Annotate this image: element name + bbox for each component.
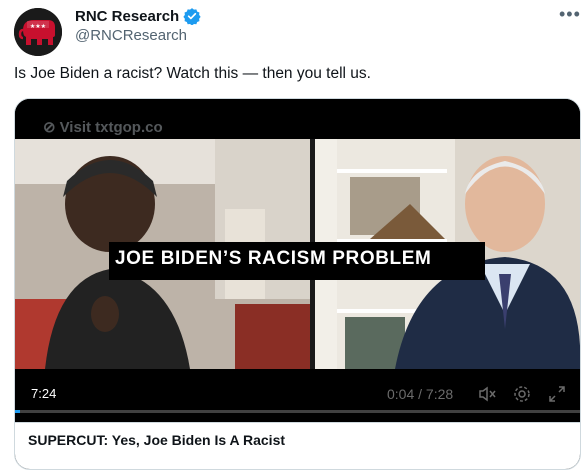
rnc-elephant-logo: ★★★: [14, 8, 62, 56]
author-name[interactable]: RNC Research: [75, 8, 179, 25]
mute-icon[interactable]: [477, 384, 497, 404]
watermark-text: Visit txtgop.co: [59, 118, 163, 136]
fullscreen-icon[interactable]: [547, 384, 567, 404]
progress-fill: [15, 410, 21, 413]
more-options-icon[interactable]: •••: [559, 4, 581, 25]
author-row: RNC Research: [75, 7, 201, 25]
video-card[interactable]: ⊘ Visit txtgop.co JOE BIDEN’S RACISM PRO…: [14, 98, 581, 470]
verified-badge-icon: [183, 8, 201, 25]
card-title[interactable]: SUPERCUT: Yes, Joe Biden Is A Racist: [28, 432, 285, 448]
progress-bar[interactable]: [15, 410, 580, 413]
video-caption: JOE BIDEN’S RACISM PROBLEM: [115, 248, 432, 269]
time-display: 0:04 / 7:28: [387, 386, 454, 402]
avatar[interactable]: ★★★: [14, 8, 62, 56]
card-title-bar[interactable]: SUPERCUT: Yes, Joe Biden Is A Racist: [15, 422, 580, 469]
svg-text:★★★: ★★★: [30, 23, 46, 30]
watermark: ⊘ Visit txtgop.co: [43, 118, 163, 137]
link-icon: ⊘: [43, 119, 56, 136]
video-player[interactable]: ⊘ Visit txtgop.co JOE BIDEN’S RACISM PRO…: [15, 99, 580, 421]
settings-icon[interactable]: [512, 384, 532, 404]
author-handle[interactable]: @RNCResearch: [75, 27, 187, 44]
duration-badge: 7:24: [31, 386, 57, 401]
tweet-text: Is Joe Biden a racist? Watch this — then…: [14, 65, 371, 82]
